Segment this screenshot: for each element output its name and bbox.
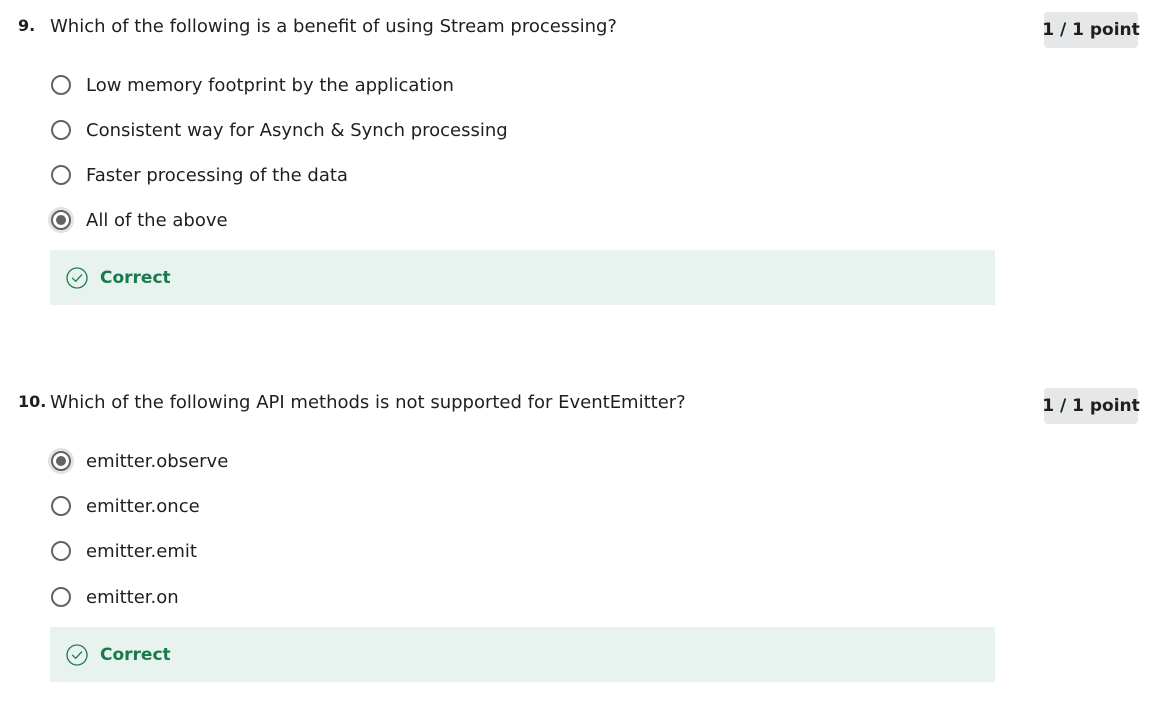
option-label: Low memory footprint by the application: [86, 74, 454, 96]
radio-button-wrap[interactable]: [48, 538, 74, 564]
option-radio[interactable]: Consistent way for Asynch & Synch proces…: [48, 116, 508, 144]
feedback-banner: Correct: [50, 250, 995, 305]
radio-button[interactable]: [51, 541, 71, 561]
radio-button-selected[interactable]: [51, 210, 71, 230]
points-badge: 1 / 1 point: [1042, 388, 1140, 424]
radio-button-wrap[interactable]: [48, 117, 74, 143]
radio-button-wrap[interactable]: [48, 207, 74, 233]
feedback-label: Correct: [100, 644, 171, 665]
question-text: Which of the following API methods is no…: [50, 392, 686, 413]
radio-button-wrap[interactable]: [48, 162, 74, 188]
radio-button-wrap[interactable]: [48, 493, 74, 519]
option-label: emitter.on: [86, 586, 179, 608]
radio-button[interactable]: [51, 587, 71, 607]
option-label: All of the above: [86, 209, 228, 231]
question-number: 10.: [18, 392, 47, 411]
radio-button-wrap[interactable]: [48, 448, 74, 474]
feedback-label: Correct: [100, 267, 171, 288]
points-badge: 1 / 1 point: [1042, 12, 1140, 48]
radio-button-wrap[interactable]: [48, 584, 74, 610]
option-label: emitter.observe: [86, 450, 229, 472]
option-label: Faster processing of the data: [86, 164, 348, 186]
check-circle-icon: [66, 266, 88, 289]
option-label: Consistent way for Asynch & Synch proces…: [86, 119, 508, 141]
option-radio-selected[interactable]: emitter.observe: [48, 447, 228, 475]
option-label: emitter.once: [86, 495, 200, 517]
option-radio[interactable]: Faster processing of the data: [48, 161, 348, 189]
option-radio[interactable]: emitter.emit: [48, 537, 197, 565]
option-radio-selected[interactable]: All of the above: [48, 206, 228, 234]
question-number: 9.: [18, 16, 36, 35]
check-circle-icon: [66, 643, 88, 666]
option-radio[interactable]: emitter.once: [48, 492, 200, 520]
radio-button[interactable]: [51, 165, 71, 185]
radio-button[interactable]: [51, 496, 71, 516]
option-radio[interactable]: emitter.on: [48, 583, 179, 611]
radio-button-selected[interactable]: [51, 451, 71, 471]
option-label: emitter.emit: [86, 540, 197, 562]
feedback-banner: Correct: [50, 627, 995, 682]
radio-button[interactable]: [51, 75, 71, 95]
radio-button[interactable]: [51, 120, 71, 140]
option-radio[interactable]: Low memory footprint by the application: [48, 71, 454, 99]
question-text: Which of the following is a benefit of u…: [50, 16, 617, 37]
radio-button-wrap[interactable]: [48, 72, 74, 98]
